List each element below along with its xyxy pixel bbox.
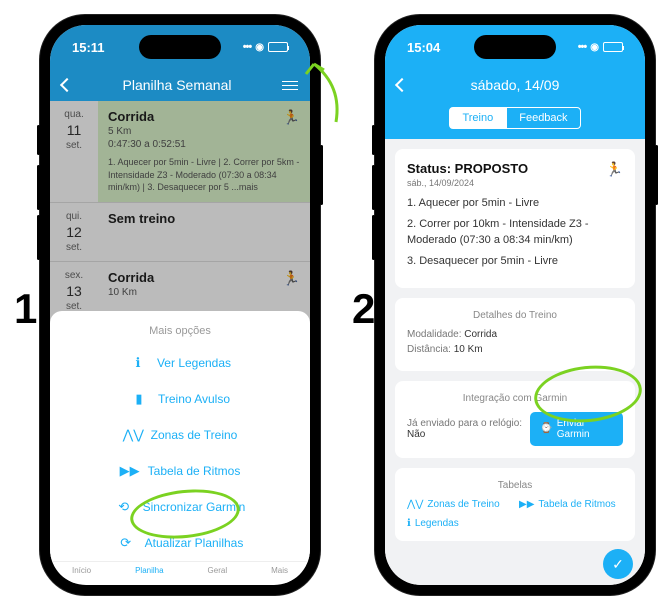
segment-treino[interactable]: Treino (449, 107, 506, 129)
detail-label: Distância: (407, 344, 454, 355)
sheet-item-ritmos[interactable]: ▶▶ Tabela de Ritmos (50, 453, 310, 489)
annotation-arrow (300, 56, 344, 126)
sheet-item-label: Atualizar Planilhas (145, 536, 244, 550)
status-card: 🏃 Status: PROPOSTO sáb., 14/09/2024 1. A… (395, 149, 635, 288)
watch-icon: ⌚ (540, 423, 552, 434)
fab-confirm[interactable]: ✓ (603, 549, 633, 579)
tab-bar: Início Planilha Geral Mais (50, 561, 310, 577)
info-icon: ℹ (129, 355, 147, 371)
tab-mais[interactable]: Mais (271, 566, 288, 575)
tab-geral[interactable]: Geral (208, 566, 228, 575)
sheet-item-atualizar[interactable]: ⟳ Atualizar Planilhas (50, 525, 310, 561)
page-title: Planilha Semanal (72, 77, 282, 93)
status-date: sáb., 14/09/2024 (407, 178, 623, 188)
link-ritmos[interactable]: ▶▶ Tabela de Ritmos (519, 499, 623, 510)
garmin-sent-value: Não (407, 429, 425, 440)
link-label: Tabela de Ritmos (538, 499, 615, 510)
details-card: Detalhes do Treino Modalidade: Corrida D… (395, 298, 635, 371)
signal-icon (243, 41, 252, 53)
sheet-item-label: Sincronizar Garmin (143, 500, 246, 514)
battery-icon (603, 42, 623, 52)
tables-card: Tabelas ⋀⋁ Zonas de Treino ▶▶ Tabela de … (395, 468, 635, 541)
link-label: Zonas de Treino (427, 499, 499, 510)
sheet-item-label: Tabela de Ritmos (148, 464, 241, 478)
zones-icon: ⋀⋁ (407, 499, 423, 510)
sheet-item-legendas[interactable]: ℹ Ver Legendas (50, 345, 310, 381)
step-number-1: 1 (14, 285, 37, 333)
step-number-2: 2 (352, 285, 375, 333)
wifi-icon (590, 41, 599, 53)
app-header: Planilha Semanal (50, 69, 310, 101)
link-label: Legendas (415, 518, 459, 529)
sheet-item-label: Treino Avulso (158, 392, 230, 406)
dynamic-island (139, 35, 221, 59)
sheet-title: Mais opções (50, 321, 310, 345)
detail-value: 10 Km (454, 344, 483, 355)
garmin-card: Integração com Garmin Já enviado para o … (395, 381, 635, 458)
page-title: sábado, 14/09 (407, 77, 623, 93)
run-icon: 🏃 (606, 161, 623, 178)
tab-inicio[interactable]: Início (72, 566, 91, 575)
workout-step: 3. Desaquecer por 5min - Livre (407, 254, 623, 269)
sheet-item-label: Ver Legendas (157, 356, 231, 370)
pace-icon: ▶▶ (519, 499, 534, 510)
workout-step: 2. Correr por 10km - Intensidade Z3 - Mo… (407, 217, 623, 248)
sync-icon: ⟲ (115, 499, 133, 515)
section-title: Detalhes do Treino (407, 310, 623, 321)
detail-value: Corrida (464, 329, 497, 340)
zones-icon: ⋀⋁ (123, 427, 141, 443)
status-title: Status: PROPOSTO (407, 161, 623, 176)
battery-icon (268, 42, 288, 52)
button-label: Enviar Garmin (557, 418, 613, 440)
workout-icon: ▮ (130, 391, 148, 407)
sheet-item-sincronizar-garmin[interactable]: ⟲ Sincronizar Garmin (50, 489, 310, 525)
link-legendas[interactable]: ℹ Legendas (407, 518, 511, 529)
tab-planilha[interactable]: Planilha (135, 566, 163, 575)
refresh-icon: ⟳ (117, 535, 135, 551)
sheet-item-zonas[interactable]: ⋀⋁ Zonas de Treino (50, 417, 310, 453)
phone-frame-1: 15:11 Planilha Semanal qua. 11 set. 🏃 (40, 15, 320, 595)
section-title: Tabelas (407, 480, 623, 491)
phone-frame-2: 15:04 sábado, 14/09 Treino Feedback 🏃 St… (375, 15, 655, 595)
enviar-garmin-button[interactable]: ⌚ Enviar Garmin (530, 412, 623, 446)
signal-icon (578, 41, 587, 53)
segment-feedback[interactable]: Feedback (506, 107, 580, 129)
dynamic-island (474, 35, 556, 59)
link-zonas[interactable]: ⋀⋁ Zonas de Treino (407, 499, 511, 510)
workout-step: 1. Aquecer por 5min - Livre (407, 196, 623, 211)
wifi-icon (255, 41, 264, 53)
status-time: 15:04 (407, 40, 440, 55)
detail-label: Modalidade: (407, 329, 464, 340)
info-icon: ℹ (407, 518, 411, 529)
status-time: 15:11 (72, 40, 105, 55)
pace-icon: ▶▶ (120, 463, 138, 479)
menu-icon[interactable] (282, 81, 298, 90)
garmin-sent-label: Já enviado para o relógio: (407, 418, 522, 429)
action-sheet: Mais opções ℹ Ver Legendas ▮ Treino Avul… (50, 311, 310, 583)
segment-control: Treino Feedback (385, 101, 645, 139)
sheet-item-label: Zonas de Treino (151, 428, 238, 442)
check-icon: ✓ (612, 556, 624, 573)
section-title: Integração com Garmin (407, 393, 623, 404)
sheet-item-avulso[interactable]: ▮ Treino Avulso (50, 381, 310, 417)
app-header: sábado, 14/09 (385, 69, 645, 101)
